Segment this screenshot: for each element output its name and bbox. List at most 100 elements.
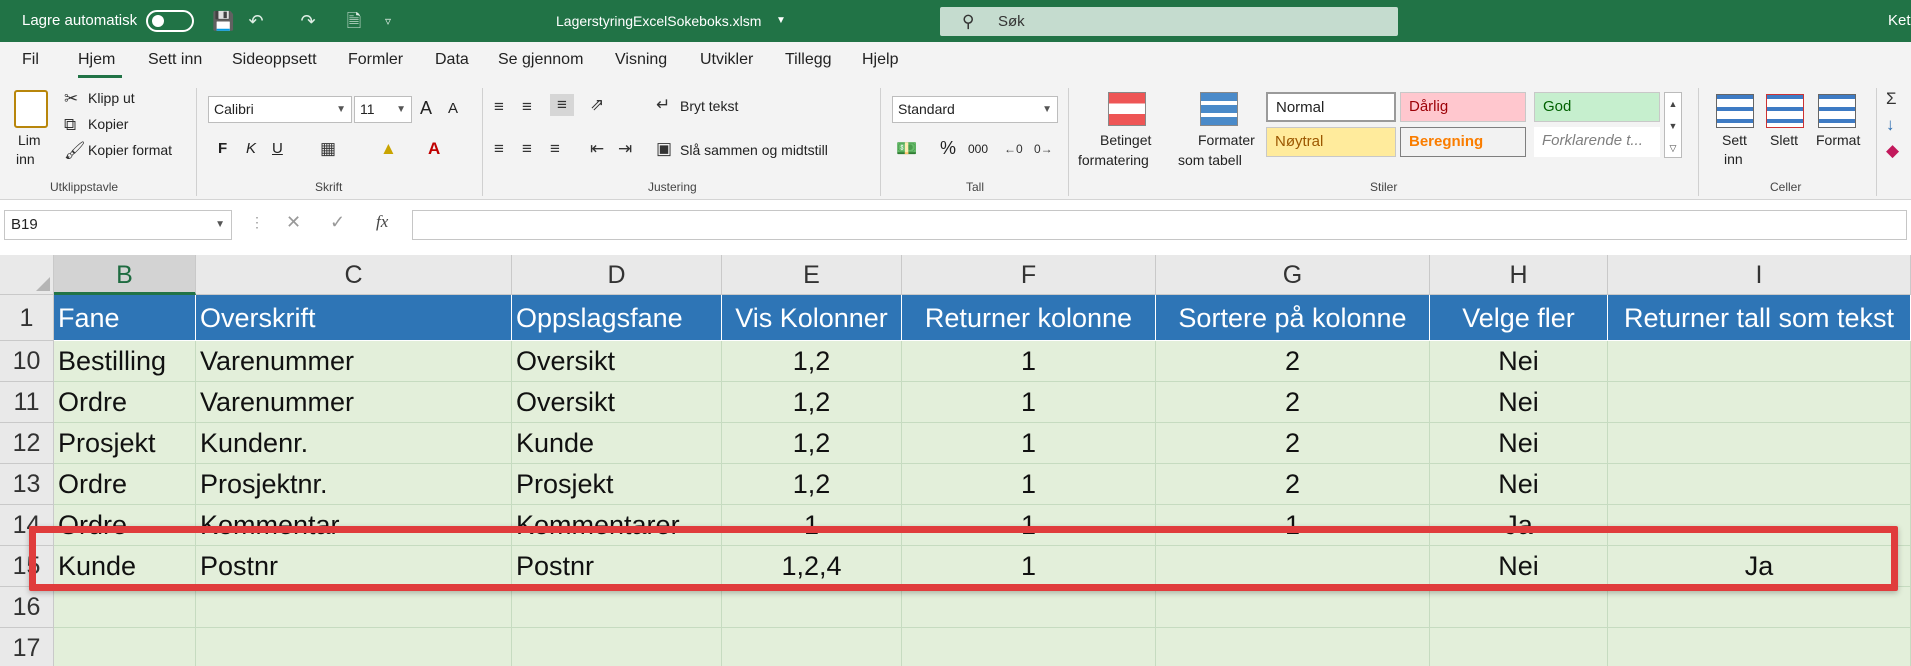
column-header[interactable]: D xyxy=(512,255,722,295)
table-cell[interactable] xyxy=(196,587,512,628)
redo-icon[interactable]: ↷ xyxy=(298,11,318,31)
clear-icon[interactable]: ◆ xyxy=(1886,140,1899,162)
table-header-cell[interactable]: Oppslagsfane xyxy=(512,295,722,341)
row-header[interactable]: 13 xyxy=(0,464,54,505)
insert-function-icon[interactable]: fx xyxy=(376,212,388,232)
table-cell[interactable]: Nei xyxy=(1430,382,1608,423)
table-cell[interactable] xyxy=(512,587,722,628)
enter-icon[interactable]: ✓ xyxy=(330,212,345,233)
fill-icon[interactable]: ↓ xyxy=(1886,114,1895,136)
delete-cells-icon[interactable] xyxy=(1766,94,1804,128)
table-cell[interactable]: 1,2 xyxy=(722,464,902,505)
grow-font-button[interactable]: A xyxy=(420,98,432,119)
merge-center-button[interactable]: Slå sammen og midtstill xyxy=(680,142,828,158)
table-cell[interactable]: 1,2 xyxy=(722,423,902,464)
table-cell[interactable] xyxy=(1156,587,1430,628)
format-painter-button[interactable]: Kopier format xyxy=(88,142,172,158)
font-color-icon[interactable]: A xyxy=(428,138,440,160)
table-cell[interactable]: 1,2 xyxy=(722,382,902,423)
row-header[interactable]: 17 xyxy=(0,628,54,666)
table-cell[interactable] xyxy=(722,628,902,666)
format-cells-label[interactable]: Format xyxy=(1816,132,1860,148)
table-cell[interactable] xyxy=(196,628,512,666)
style-bad[interactable]: Dårlig xyxy=(1400,92,1526,122)
title-chevron-down-icon[interactable]: ▼ xyxy=(776,0,786,42)
table-cell[interactable]: Nei xyxy=(1430,464,1608,505)
table-header-cell[interactable]: Sortere på kolonne xyxy=(1156,295,1430,341)
insert-cells-icon[interactable] xyxy=(1716,94,1754,128)
table-cell[interactable] xyxy=(1156,628,1430,666)
row-header[interactable]: 1 xyxy=(0,295,54,341)
underline-button[interactable]: U xyxy=(272,140,283,157)
row-header[interactable]: 12 xyxy=(0,423,54,464)
column-header[interactable]: G xyxy=(1156,255,1430,295)
shrink-font-button[interactable]: A xyxy=(448,100,458,117)
table-cell[interactable]: 2 xyxy=(1156,382,1430,423)
table-cell[interactable]: 2 xyxy=(1156,423,1430,464)
formula-input[interactable] xyxy=(412,210,1907,240)
conditional-formatting-icon[interactable] xyxy=(1108,92,1146,126)
format-cells-icon[interactable] xyxy=(1818,94,1856,128)
italic-button[interactable]: K xyxy=(246,140,256,157)
align-left-icon[interactable]: ≡ xyxy=(494,138,504,160)
tab-review[interactable]: Se gjennom xyxy=(498,51,583,69)
print-preview-icon[interactable]: 🗎 xyxy=(344,11,364,31)
table-cell[interactable] xyxy=(512,628,722,666)
table-cell[interactable]: 2 xyxy=(1156,341,1430,382)
currency-icon[interactable]: 💵 xyxy=(896,138,917,160)
number-format-dropdown[interactable]: Standard ▼ xyxy=(892,96,1058,123)
tab-view[interactable]: Visning xyxy=(615,51,667,69)
table-header-cell[interactable]: Vis Kolonner xyxy=(722,295,902,341)
table-header-cell[interactable]: Returner kolonne xyxy=(902,295,1156,341)
cancel-icon[interactable]: ✕ xyxy=(286,212,301,233)
tab-page-layout[interactable]: Sideoppsett xyxy=(232,51,317,69)
paste-label-2[interactable]: inn xyxy=(16,151,35,167)
styles-gallery-scroll[interactable]: ▲ ▼ ▽ xyxy=(1664,92,1682,158)
select-all-corner[interactable] xyxy=(0,255,54,295)
align-right-icon[interactable]: ≡ xyxy=(550,138,560,160)
table-cell[interactable] xyxy=(1608,382,1911,423)
conditional-formatting-label[interactable]: Betinget xyxy=(1100,132,1151,148)
delete-cells-label[interactable]: Slett xyxy=(1770,132,1798,148)
tab-data[interactable]: Data xyxy=(435,51,469,69)
style-explanatory[interactable]: Forklarende t... xyxy=(1534,127,1660,157)
undo-icon[interactable]: ↶ xyxy=(246,11,266,31)
tab-addins[interactable]: Tillegg xyxy=(785,51,832,69)
table-cell[interactable] xyxy=(1608,628,1911,666)
percent-button[interactable]: % xyxy=(940,138,956,159)
increase-decimal-icon[interactable]: ←0 xyxy=(1004,138,1023,160)
table-cell[interactable] xyxy=(722,587,902,628)
tab-developer[interactable]: Utvikler xyxy=(700,51,753,69)
orientation-icon[interactable]: ⇗ xyxy=(590,94,604,116)
font-size-dropdown[interactable]: 11 ▼ xyxy=(354,96,412,123)
table-header-cell[interactable]: Velge fler xyxy=(1430,295,1608,341)
user-name[interactable]: Keti xyxy=(1888,0,1911,42)
format-painter-icon[interactable]: 🖌 xyxy=(64,140,86,162)
table-cell[interactable]: Nei xyxy=(1430,423,1608,464)
name-box[interactable]: B19 ▼ xyxy=(4,210,232,240)
table-cell[interactable]: Nei xyxy=(1430,341,1608,382)
decrease-indent-icon[interactable]: ⇤ xyxy=(590,138,604,160)
style-calculation[interactable]: Beregning xyxy=(1400,127,1526,157)
table-cell[interactable]: Kundenr. xyxy=(196,423,512,464)
save-icon[interactable]: 💾 xyxy=(212,11,234,31)
table-cell[interactable]: 1 xyxy=(902,464,1156,505)
table-cell[interactable]: Ordre xyxy=(54,464,196,505)
row-header[interactable]: 11 xyxy=(0,382,54,423)
autosave-toggle[interactable] xyxy=(146,10,194,32)
row-header[interactable]: 16 xyxy=(0,587,54,628)
table-cell[interactable]: 1 xyxy=(902,423,1156,464)
table-cell[interactable]: 1 xyxy=(902,341,1156,382)
tab-home[interactable]: Hjem xyxy=(78,51,115,69)
row-header[interactable]: 10 xyxy=(0,341,54,382)
align-center-icon[interactable]: ≡ xyxy=(522,138,532,160)
font-name-dropdown[interactable]: Calibri ▼ xyxy=(208,96,352,123)
table-cell[interactable] xyxy=(1608,423,1911,464)
table-cell[interactable]: Bestilling xyxy=(54,341,196,382)
table-cell[interactable] xyxy=(902,587,1156,628)
tab-insert[interactable]: Sett inn xyxy=(148,51,202,69)
paste-label[interactable]: Lim xyxy=(18,132,41,148)
insert-cells-label-2[interactable]: inn xyxy=(1724,151,1743,167)
copy-icon[interactable]: ⧉ xyxy=(64,114,76,136)
table-cell[interactable] xyxy=(54,587,196,628)
